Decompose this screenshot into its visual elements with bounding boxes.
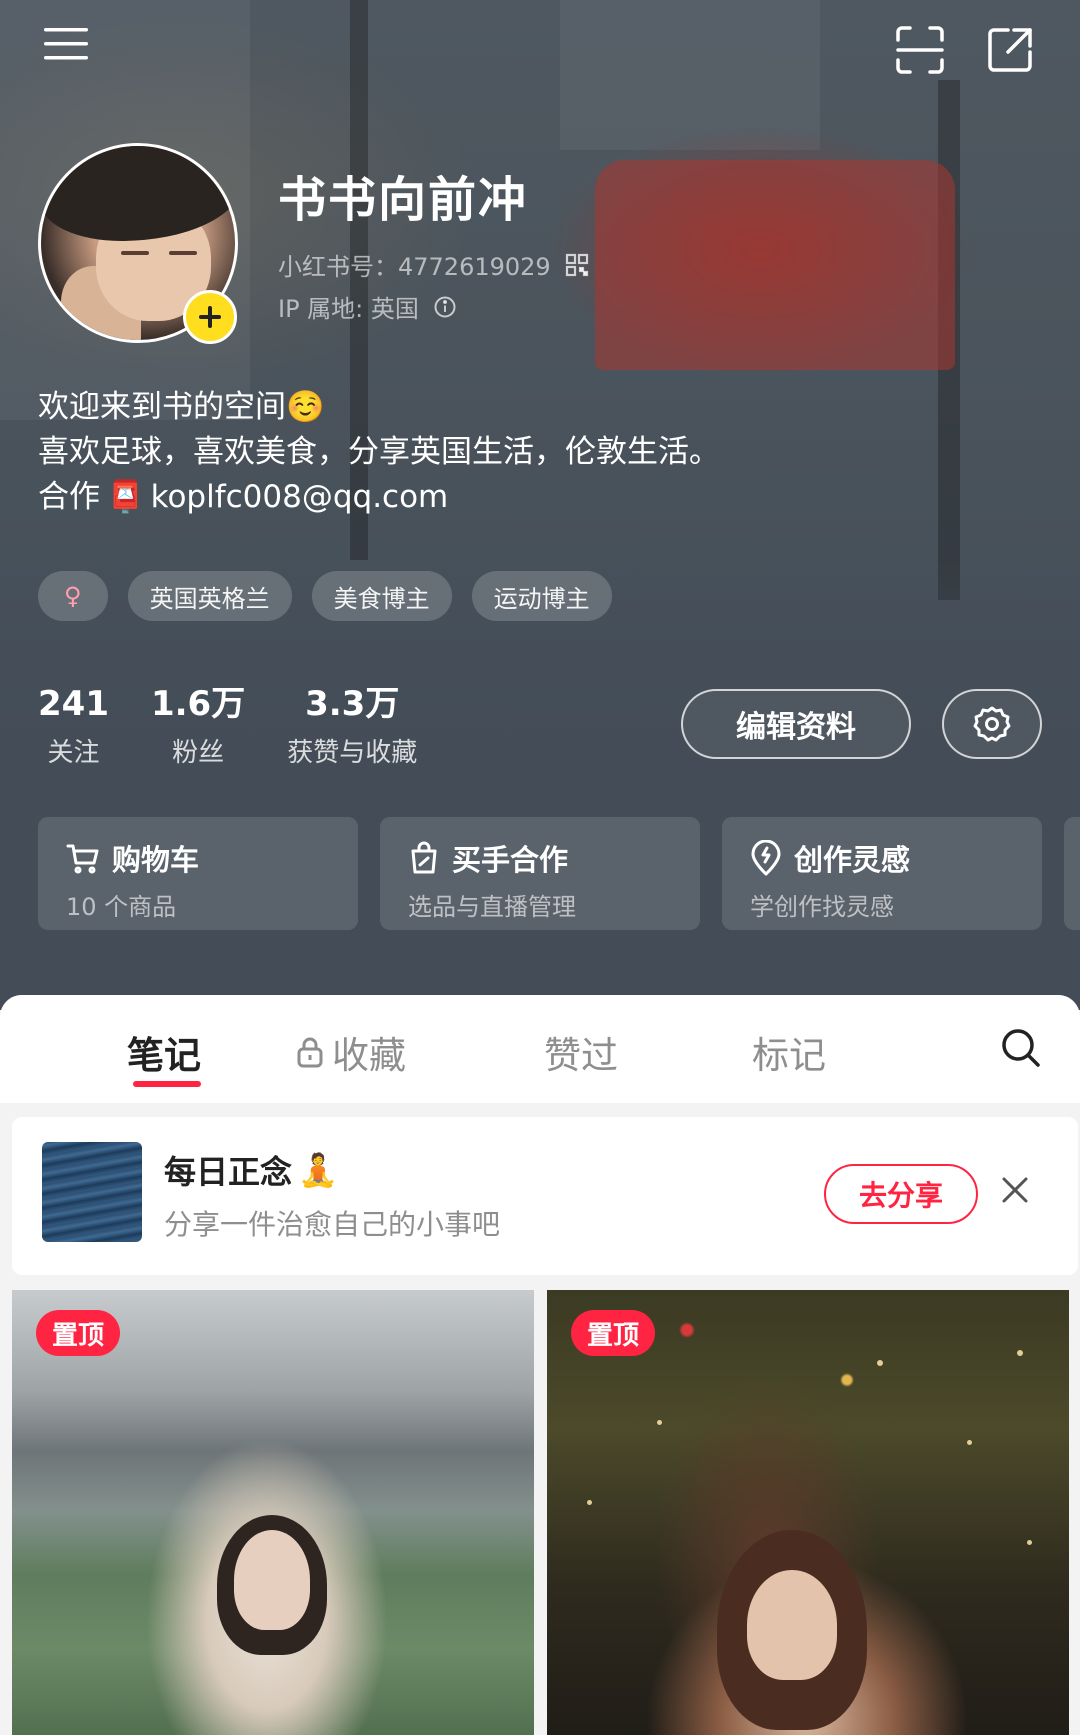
light-sparkle [877, 1360, 883, 1366]
tab-liked[interactable]: 赞过 [544, 1025, 618, 1079]
edit-profile-button[interactable]: 编辑资料 [681, 689, 911, 759]
pinned-badge: 置顶 [571, 1310, 656, 1356]
tab-bar: 笔记 收藏 赞过 标记 [0, 995, 1080, 1103]
feature-title: 创作灵感 [794, 843, 911, 877]
feature-subtitle: 学创作找灵感 [750, 893, 894, 921]
meditation-emoji: 🧘 [298, 1151, 338, 1189]
background-bus [595, 160, 955, 370]
feature-next-peek[interactable] [1064, 817, 1080, 930]
light-sparkle [1027, 1540, 1032, 1545]
plus-icon [199, 306, 221, 328]
bio-contact: 合作 📮 koplfc008@qq.com [38, 475, 720, 520]
feature-title: 买手合作 [452, 843, 569, 877]
ip-row: IP 属地: 英国 [278, 289, 457, 324]
mindfulness-subtitle: 分享一件治愈自己的小事吧 [164, 1208, 501, 1241]
qrcode-icon[interactable] [565, 253, 589, 277]
bio-contact-label: 合作 [38, 479, 100, 515]
menu-button[interactable] [40, 22, 92, 66]
info-icon[interactable] [433, 295, 457, 319]
share-icon [988, 28, 1032, 72]
note-card-stadium[interactable]: 置顶 [12, 1290, 534, 1735]
scan-button[interactable] [892, 22, 948, 78]
stat-likes[interactable]: 3.3万 获赞与收藏 [287, 684, 417, 769]
feature-buyer-collab[interactable]: 买手合作 选品与直播管理 [380, 817, 700, 930]
cart-icon [66, 844, 99, 874]
avatar-eye [169, 251, 197, 255]
search-button[interactable] [998, 1025, 1044, 1071]
stat-followers[interactable]: 1.6万 粉丝 [151, 684, 245, 769]
stat-number: 3.3万 [305, 684, 400, 724]
stat-label: 粉丝 [172, 738, 225, 768]
tag-sports-blogger[interactable]: 运动博主 [471, 571, 612, 621]
lock-icon [297, 1037, 323, 1068]
pinned-badge: 置顶 [36, 1310, 121, 1356]
share-button[interactable] [982, 22, 1038, 78]
feature-title: 购物车 [112, 843, 200, 877]
go-share-button[interactable]: 去分享 [824, 1164, 978, 1224]
stat-following[interactable]: 241 关注 [38, 684, 109, 769]
feature-inspiration[interactable]: 创作灵感 学创作找灵感 [722, 817, 1042, 930]
light-sparkle [1017, 1350, 1023, 1356]
mindfulness-title: 每日正念 🧘 [164, 1147, 338, 1193]
user-id: 小红书号：4772619029 [278, 253, 551, 281]
bio: 欢迎来到书的空间☺️ 喜欢足球，喜欢美食，分享英国生活，伦敦生活。 合作 📮 k… [38, 385, 720, 520]
light-sparkle [657, 1420, 662, 1425]
ocean-thumbnail [42, 1142, 142, 1242]
tag-location[interactable]: 英国英格兰 [127, 571, 292, 621]
ip-location: IP 属地: 英国 [278, 295, 419, 323]
tab-label: 标记 [752, 1034, 826, 1077]
mailbox-emoji: 📮 [106, 479, 145, 515]
content-sheet: 笔记 收藏 赞过 标记 每日正念 🧘 分享一件治愈自己的小事吧 去分享 置顶 置… [0, 995, 1080, 1735]
add-avatar-button[interactable] [183, 290, 237, 344]
hamburger-icon [44, 28, 88, 60]
tab-active-indicator [133, 1081, 201, 1087]
tab-marked[interactable]: 标记 [752, 1025, 826, 1079]
bag-icon [411, 841, 437, 874]
avatar-hair [41, 146, 235, 241]
stat-label: 获赞与收藏 [287, 738, 418, 768]
light-sparkle [967, 1440, 972, 1445]
avatar-eye [121, 251, 149, 255]
header-fade [0, 560, 1080, 1010]
note-card-christmas[interactable]: 置顶 [547, 1290, 1069, 1735]
tab-label: 笔记 [127, 1034, 201, 1077]
close-button[interactable] [1000, 1175, 1030, 1209]
bulb-icon [751, 840, 781, 876]
tag-list: ♀ 英国英格兰 美食博主 运动博主 [38, 571, 612, 621]
stat-label: 关注 [47, 738, 100, 768]
tab-collect[interactable]: 收藏 [296, 1025, 406, 1079]
user-id-row: 小红书号：4772619029 [278, 247, 589, 282]
mindfulness-card[interactable]: 每日正念 🧘 分享一件治愈自己的小事吧 去分享 [12, 1117, 1078, 1275]
stat-number: 1.6万 [150, 684, 246, 724]
nickname: 书书向前冲 [278, 172, 529, 228]
note-person-face [747, 1570, 837, 1680]
settings-button[interactable] [942, 689, 1042, 759]
tab-label: 赞过 [544, 1034, 618, 1077]
search-icon [1002, 1029, 1040, 1067]
gender-tag: ♀ [38, 571, 108, 621]
tab-label: 收藏 [332, 1034, 406, 1077]
bio-line: 欢迎来到书的空间☺️ [38, 389, 325, 425]
tag-food-blogger[interactable]: 美食博主 [311, 571, 452, 621]
mindfulness-title-text: 每日正念 [164, 1153, 293, 1191]
feature-subtitle: 10 个商品 [66, 893, 177, 921]
bio-line: 喜欢足球，喜欢美食，分享英国生活，伦敦生活。 [38, 434, 720, 470]
stat-number: 241 [38, 684, 109, 724]
feature-subtitle: 选品与直播管理 [408, 893, 576, 921]
note-person-face [234, 1530, 310, 1630]
tab-notes[interactable]: 笔记 [127, 1025, 201, 1079]
close-icon [1002, 1177, 1028, 1203]
feature-cart[interactable]: 购物车 10 个商品 [38, 817, 358, 930]
background-building [560, 0, 820, 150]
light-sparkle [587, 1500, 592, 1505]
bio-email: koplfc008@qq.com [150, 479, 449, 515]
gear-icon [973, 706, 1011, 742]
female-icon: ♀ [64, 582, 82, 610]
stats-row: 241 关注 1.6万 粉丝 3.3万 获赞与收藏 [38, 684, 459, 769]
scan-icon [896, 26, 944, 74]
